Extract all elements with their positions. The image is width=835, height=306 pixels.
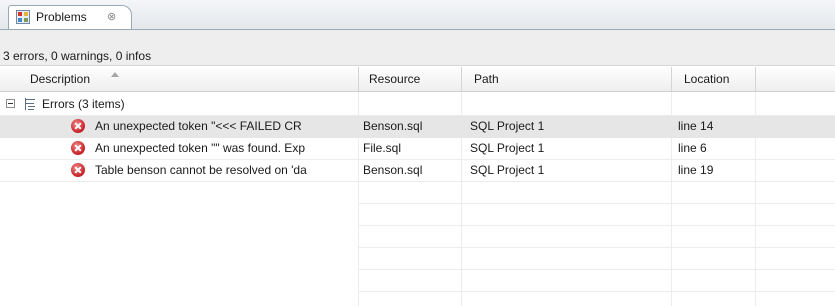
column-header-path[interactable]: Path	[474, 72, 499, 86]
row-gridline	[359, 291, 835, 292]
cell-location: line 6	[678, 141, 707, 155]
cell-description: Table benson cannot be resolved on 'da	[95, 163, 307, 177]
column-header-location[interactable]: Location	[684, 72, 729, 86]
row-gridline	[359, 269, 835, 270]
row-gridline	[359, 225, 835, 226]
cell-path: SQL Project 1	[470, 119, 545, 133]
cell-resource: Benson.sql	[363, 119, 423, 133]
column-divider[interactable]	[358, 67, 359, 91]
error-icon	[71, 119, 85, 133]
column-header-description[interactable]: Description	[30, 72, 90, 86]
cell-location: line 19	[678, 163, 714, 177]
tab-problems-label: Problems	[36, 10, 87, 24]
problems-view-icon	[16, 10, 30, 24]
group-label: Errors (3 items)	[42, 97, 125, 111]
error-icon	[71, 141, 85, 155]
table-row[interactable]: Table benson cannot be resolved on 'da B…	[0, 160, 835, 182]
cell-path: SQL Project 1	[470, 163, 545, 177]
collapse-toggle-icon[interactable]	[6, 99, 15, 108]
row-gridline	[359, 203, 835, 204]
column-header-resource[interactable]: Resource	[369, 72, 420, 86]
column-divider[interactable]	[755, 67, 756, 91]
tree-group-errors[interactable]: Errors (3 items)	[0, 94, 835, 114]
error-group-icon	[24, 97, 36, 111]
cell-location: line 14	[678, 119, 714, 133]
cell-description: An unexpected token "<<< FAILED CR	[95, 119, 302, 133]
tab-problems[interactable]: Problems ⊗	[8, 5, 132, 29]
table-row[interactable]: An unexpected token "" was found. Exp Fi…	[0, 138, 835, 160]
sort-ascending-icon	[111, 72, 119, 77]
error-icon	[71, 163, 85, 177]
column-divider[interactable]	[671, 67, 672, 91]
problems-summary-bar: 3 errors, 0 warnings, 0 infos	[0, 30, 835, 65]
cell-resource: Benson.sql	[363, 163, 423, 177]
table-row[interactable]: An unexpected token "<<< FAILED CR Benso…	[0, 116, 835, 138]
table-header: Description Resource Path Location	[0, 65, 835, 92]
column-divider[interactable]	[461, 67, 462, 91]
cell-path: SQL Project 1	[470, 141, 545, 155]
close-icon[interactable]: ⊗	[107, 10, 116, 24]
cell-resource: File.sql	[363, 141, 402, 155]
row-gridline	[359, 247, 835, 248]
view-tab-bar: Problems ⊗	[0, 0, 835, 30]
problems-table: Errors (3 items) An unexpected token "<<…	[0, 92, 835, 306]
problems-summary: 3 errors, 0 warnings, 0 infos	[3, 49, 152, 63]
cell-description: An unexpected token "" was found. Exp	[95, 141, 305, 155]
